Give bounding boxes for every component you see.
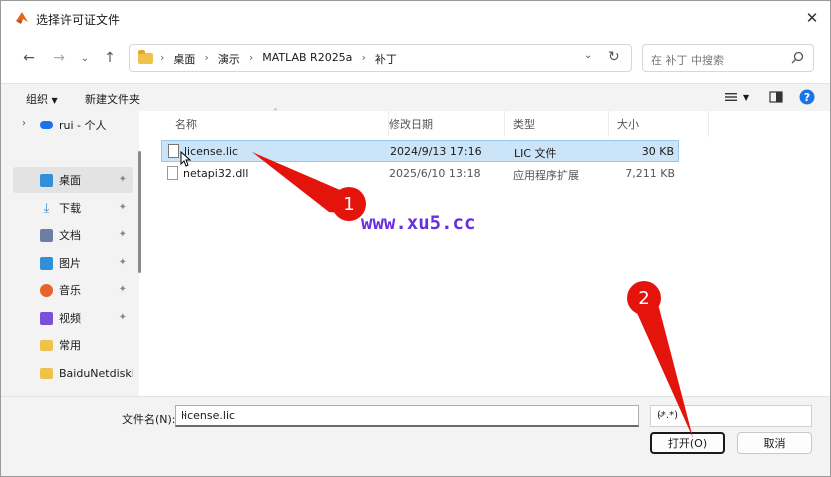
sidebar-item-documents[interactable]: 文档 ✦ [13,222,133,248]
main-content: › rui - 个人 桌面 ✦ ⤓ 下载 ✦ 文档 ✦ 图片 ✦ 音乐 ✦ 视频… [1,108,830,396]
file-date: 2024/9/13 17:16 [390,145,482,158]
file-size: 30 KB [641,145,674,158]
download-icon: ⤓ [43,200,50,216]
filetype-select[interactable]: (*.*) ⌄ [650,405,812,427]
sidebar-scrollbar[interactable] [138,151,141,273]
filename-label: 文件名(N): [122,413,176,426]
file-name: license.lic [184,145,239,158]
breadcrumb: › 桌面 › 演示 › MATLAB R2025a › 补丁 [160,51,397,67]
breadcrumb-item[interactable]: 桌面 [173,51,195,67]
file-row-netapi32[interactable]: netapi32.dll 2025/6/10 13:18 应用程序扩展 7,21… [161,163,679,185]
file-date: 2025/6/10 13:18 [389,167,481,180]
pin-icon: ✦ [118,202,127,213]
caret-down-icon[interactable]: ▼ [743,93,749,102]
forward-button[interactable]: → [49,48,69,68]
arrow-up-icon: ↑ [104,50,116,66]
file-icon [168,144,179,158]
chevron-right-icon: › [248,51,254,64]
document-icon [40,228,53,242]
dialog-footer: 文件名(N): license.lic ⌄ (*.*) ⌄ 打开(O) 取消 [1,396,830,476]
picture-icon [40,256,53,270]
arrow-right-icon: → [53,50,65,66]
organize-button[interactable]: 组织 ▼ [26,91,58,107]
refresh-icon[interactable]: ↻ [608,49,620,65]
close-icon: ✕ [805,9,819,27]
open-button[interactable]: 打开(O) [650,432,725,454]
breadcrumb-item[interactable]: MATLAB R2025a [262,51,352,67]
file-name: netapi32.dll [183,167,249,180]
annotation-badge-2: 2 [627,281,661,315]
arrow-left-icon: ← [23,50,35,66]
chevron-right-icon: › [160,51,165,64]
svg-text:?: ? [804,91,810,104]
filename-input[interactable]: license.lic ⌄ [175,405,639,427]
chevron-down-icon[interactable]: ⌄ [181,409,633,419]
desktop-icon [40,173,53,187]
pin-icon: ✦ [118,257,127,268]
new-folder-button[interactable]: 新建文件夹 [85,91,140,107]
search-icon [791,51,804,64]
preview-pane-icon[interactable] [769,90,783,104]
sidebar-item-baidunetdisk[interactable]: BaiduNetdiskD [13,360,133,386]
mouse-cursor-icon [180,151,192,167]
close-button[interactable]: ✕ [800,7,824,29]
search-input[interactable]: 在 补丁 中搜索 [651,52,724,68]
sidebar-item-videos[interactable]: 视频 ✦ [13,305,133,331]
pin-icon: ✦ [118,229,127,240]
chevron-down-icon[interactable]: ⌄ [657,409,806,420]
file-row-license[interactable]: license.lic 2024/9/13 17:16 LIC 文件 30 KB [161,140,679,162]
view-options-icon[interactable] [724,90,738,104]
cancel-button[interactable]: 取消 [737,432,812,454]
watermark-text: www.xu5.cc [361,212,476,234]
caret-down-icon: ▼ [51,96,58,105]
chevron-down-icon: ⌄ [80,52,90,64]
up-button[interactable]: ↑ [100,48,120,68]
folder-icon [40,367,53,379]
pin-icon: ✦ [118,312,127,323]
sidebar-item-common[interactable]: 常用 [13,332,133,358]
navigation-pane: › rui - 个人 桌面 ✦ ⤓ 下载 ✦ 文档 ✦ 图片 ✦ 音乐 ✦ 视频… [1,111,141,396]
file-list: 名称 ˄ 修改日期 类型 大小 license.lic 2024/9/13 17… [147,108,830,396]
sort-up-icon: ˄ [273,108,278,119]
chevron-right-icon[interactable]: › [22,118,26,129]
sidebar-item-pictures[interactable]: 图片 ✦ [13,250,133,276]
column-header-size[interactable]: 大小 [609,111,709,137]
annotation-badge-1: 1 [332,187,366,221]
sidebar-item-onedrive[interactable]: › rui - 个人 [13,112,133,138]
help-icon[interactable]: ? [799,89,815,105]
folder-icon [138,50,153,64]
back-button[interactable]: ← [19,48,39,68]
file-dialog: 选择许可证文件 ✕ ← → ⌄ ↑ › 桌面 › 演示 › MATLAB R20… [0,0,831,477]
music-icon [40,283,53,297]
command-bar: 组织 ▼ 新建文件夹 ▼ ? [1,83,830,112]
pin-icon: ✦ [118,174,127,185]
file-type: 应用程序扩展 [513,169,579,182]
window-title: 选择许可证文件 [36,13,121,27]
chevron-down-icon[interactable]: ⌄ [584,50,592,61]
cloud-icon [40,121,53,129]
video-icon [40,311,53,325]
pin-icon: ✦ [118,284,127,295]
dll-file-icon [167,166,178,180]
folder-icon [40,339,53,351]
title-bar: 选择许可证文件 ✕ [1,1,830,35]
matlab-icon [16,12,28,24]
recent-locations-button[interactable]: ⌄ [75,48,95,68]
sidebar-item-downloads[interactable]: ⤓ 下载 ✦ [13,195,133,221]
breadcrumb-item[interactable]: 补丁 [375,51,397,67]
column-header-type[interactable]: 类型 [505,111,609,137]
column-header-date[interactable]: 修改日期 [381,111,505,137]
chevron-right-icon: › [204,51,209,64]
navigation-bar: ← → ⌄ ↑ › 桌面 › 演示 › MATLAB R2025a › 补丁 ⌄… [1,35,830,83]
breadcrumb-item[interactable]: 演示 [218,51,240,67]
file-type: LIC 文件 [514,147,557,160]
column-header-name[interactable]: 名称 [167,111,389,137]
search-box[interactable]: 在 补丁 中搜索 [642,44,814,72]
sidebar-item-music[interactable]: 音乐 ✦ [13,277,133,303]
sidebar-item-desktop[interactable]: 桌面 ✦ [13,167,133,193]
chevron-right-icon: › [361,51,366,64]
file-size: 7,211 KB [625,167,675,180]
address-bar[interactable]: › 桌面 › 演示 › MATLAB R2025a › 补丁 ⌄ ↻ [129,44,632,72]
